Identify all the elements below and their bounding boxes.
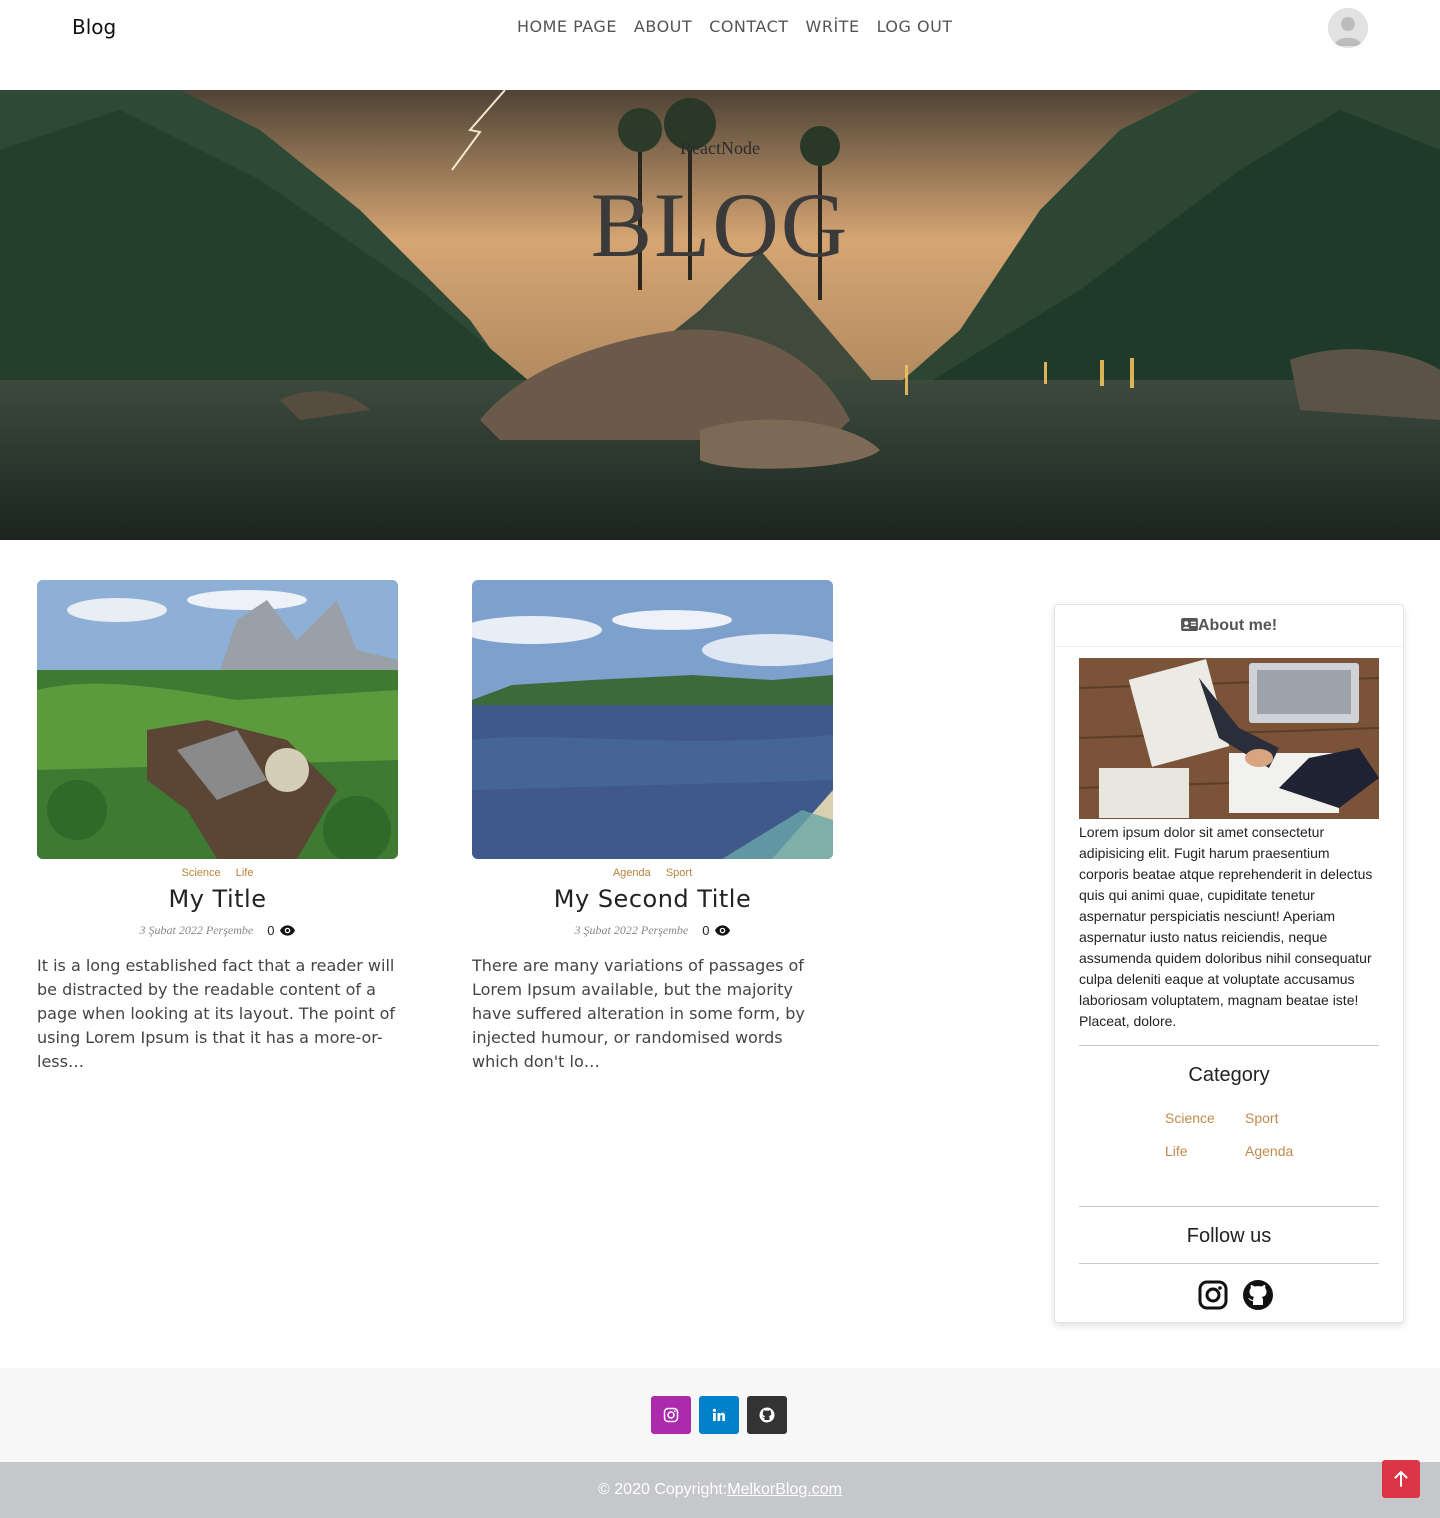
handshake-photo xyxy=(1079,658,1379,819)
post-categories: Science Life xyxy=(37,867,398,879)
copyright-link[interactable]: MelkorBlog.com xyxy=(727,1481,842,1498)
back-to-top-button[interactable] xyxy=(1382,1460,1420,1498)
view-count: 0 xyxy=(702,923,710,938)
arrow-up-icon xyxy=(1394,1471,1408,1487)
footer-social-bar xyxy=(0,1368,1440,1462)
post-image[interactable] xyxy=(37,580,398,859)
nav-logout[interactable]: LOG OUT xyxy=(877,17,953,36)
avatar[interactable] xyxy=(1328,8,1368,48)
footer-github-button[interactable] xyxy=(747,1396,787,1434)
post-views: 0 xyxy=(267,923,296,938)
post-thumbnail xyxy=(37,580,398,859)
post-date: 3 Şubat 2022 Perşembe xyxy=(574,923,689,937)
post-card[interactable]: Science Life My Title 3 Şubat 2022 Perşe… xyxy=(37,580,398,1074)
view-count: 0 xyxy=(267,923,275,938)
sidebar-title: About me! xyxy=(1197,617,1278,634)
post-category-link[interactable]: Agenda xyxy=(613,867,651,879)
post-excerpt: It is a long established fact that a rea… xyxy=(37,956,396,1071)
github-icon xyxy=(759,1407,775,1423)
post-meta: 3 Şubat 2022 Perşembe 0 xyxy=(37,923,398,938)
eye-icon xyxy=(280,925,296,936)
sidebar-category-link[interactable]: Life xyxy=(1165,1143,1188,1159)
instagram-link[interactable] xyxy=(1197,1279,1229,1311)
footer-linkedin-button[interactable] xyxy=(699,1396,739,1434)
category-heading: Category xyxy=(1188,1064,1270,1086)
post-categories: Agenda Sport xyxy=(472,867,833,879)
nav-links: HOME PAGE ABOUT CONTACT WRİTE LOG OUT xyxy=(517,17,953,36)
navbar: Blog HOME PAGE ABOUT CONTACT WRİTE LOG O… xyxy=(0,0,1440,56)
copyright: © 2020 Copyright:MelkorBlog.com xyxy=(0,1481,1440,1499)
nav-contact[interactable]: CONTACT xyxy=(709,17,788,36)
post-meta: 3 Şubat 2022 Perşembe 0 xyxy=(472,923,833,938)
post-views: 0 xyxy=(702,923,731,938)
about-image xyxy=(1079,658,1379,819)
sidebar-category-link[interactable]: Agenda xyxy=(1245,1143,1293,1159)
post-category-link[interactable]: Sport xyxy=(666,867,692,879)
hero-subtitle: ReactNode xyxy=(680,138,760,158)
eye-icon xyxy=(715,925,731,936)
linkedin-icon xyxy=(712,1408,725,1421)
post-title[interactable]: My Second Title xyxy=(472,885,833,913)
about-text: Lorem ipsum dolor sit amet consectetur a… xyxy=(1079,824,1373,1029)
hero-title: BLOG xyxy=(590,174,850,276)
post-card[interactable]: Agenda Sport My Second Title 3 Şubat 202… xyxy=(472,580,833,1074)
post-thumbnail xyxy=(472,580,833,859)
about-sidebar: About me! Lorem ipsum dolor sit amet con… xyxy=(1054,604,1404,1323)
sidebar-header: About me! xyxy=(1055,605,1403,647)
post-title[interactable]: My Title xyxy=(37,885,398,913)
instagram-icon xyxy=(663,1407,679,1423)
instagram-icon xyxy=(1198,1280,1228,1310)
sidebar-category-link[interactable]: Science xyxy=(1165,1110,1215,1126)
divider xyxy=(1079,1263,1379,1264)
divider xyxy=(1079,1045,1379,1046)
nav-write[interactable]: WRİTE xyxy=(806,17,860,36)
post-category-link[interactable]: Science xyxy=(182,867,221,879)
brand-logo[interactable]: Blog xyxy=(72,15,116,39)
footer-copyright-bar: © 2020 Copyright:MelkorBlog.com xyxy=(0,1462,1440,1518)
divider xyxy=(1079,1206,1379,1207)
footer-instagram-button[interactable] xyxy=(651,1396,691,1434)
nav-home[interactable]: HOME PAGE xyxy=(517,17,617,36)
post-image[interactable] xyxy=(472,580,833,859)
post-date: 3 Şubat 2022 Perşembe xyxy=(139,923,254,937)
github-link[interactable] xyxy=(1242,1279,1274,1311)
sidebar-category-link[interactable]: Sport xyxy=(1245,1110,1278,1126)
user-avatar-icon xyxy=(1328,8,1368,48)
nav-about[interactable]: ABOUT xyxy=(634,17,692,36)
copyright-text: © 2020 Copyright: xyxy=(598,1481,728,1498)
post-excerpt: There are many variations of passages of… xyxy=(472,956,805,1071)
post-category-link[interactable]: Life xyxy=(236,867,254,879)
id-card-icon xyxy=(1181,618,1198,631)
hero-banner: ReactNode BLOG xyxy=(0,90,1440,540)
follow-heading: Follow us xyxy=(1186,1225,1272,1247)
github-icon xyxy=(1243,1280,1273,1310)
